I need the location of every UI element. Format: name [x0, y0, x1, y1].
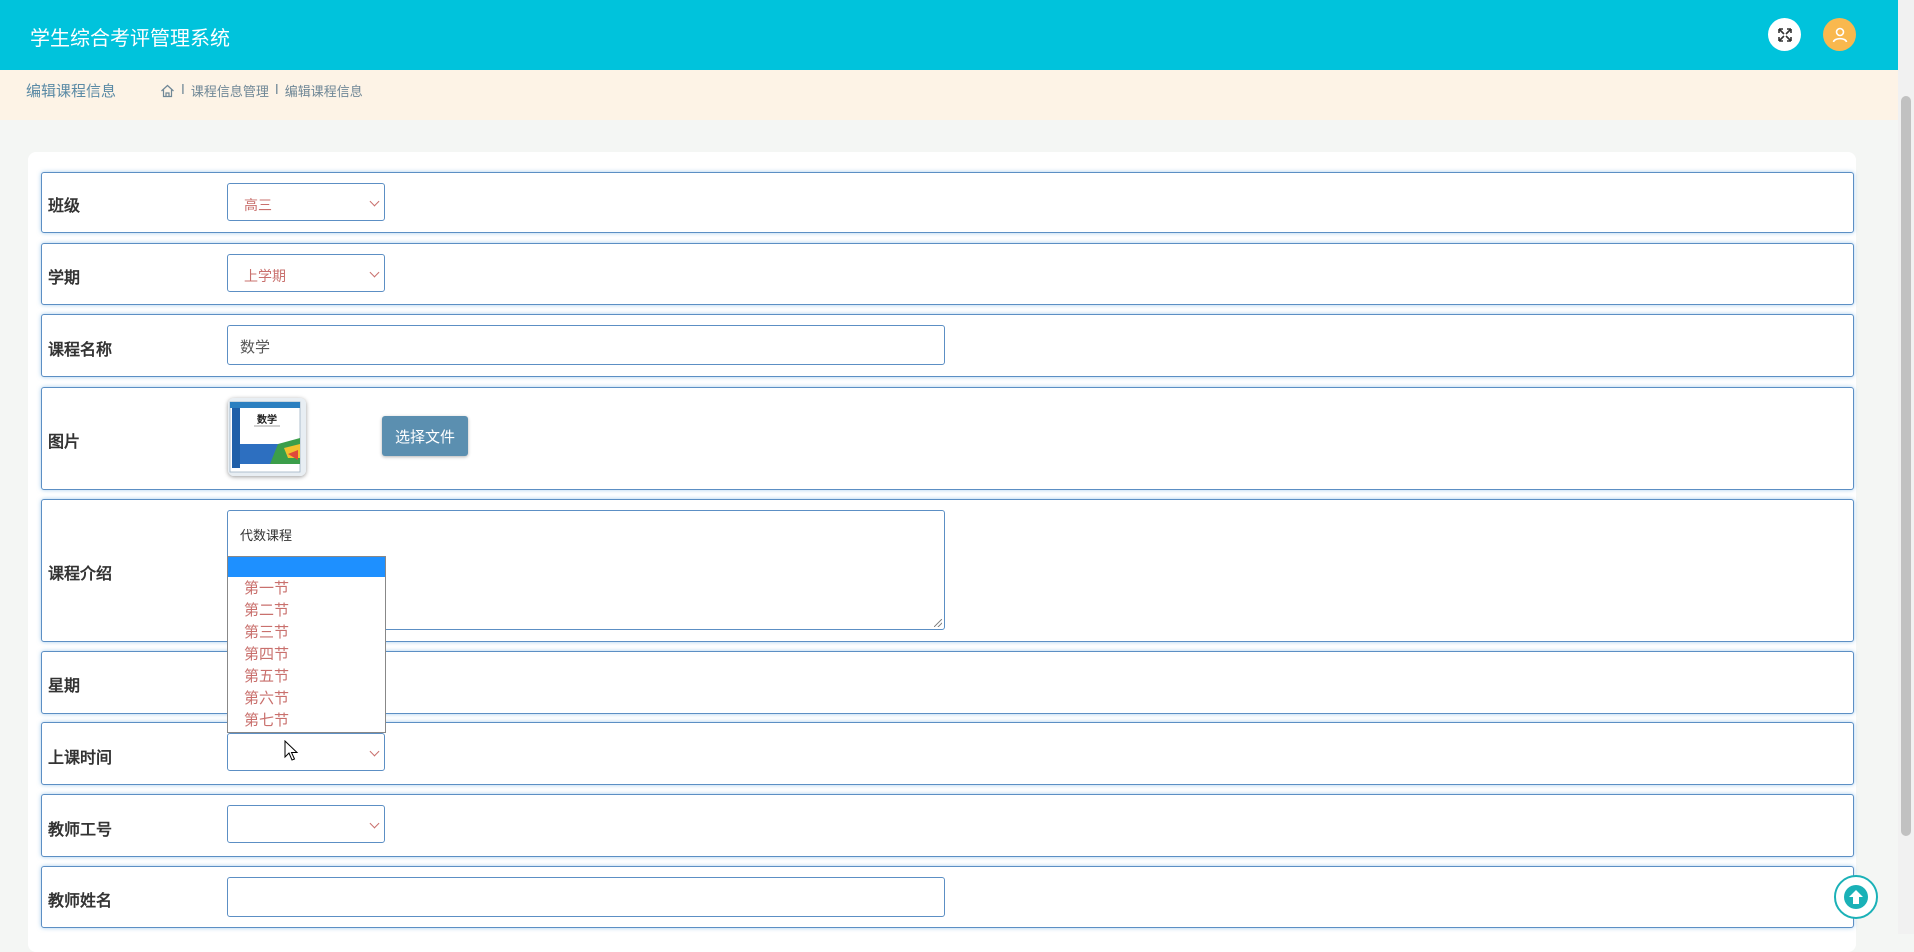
form-row-image: 图片 数学 选择文件	[41, 387, 1854, 490]
term-label: 学期	[48, 268, 81, 287]
breadcrumb-separator: I	[181, 83, 185, 98]
teacher-name-label: 教师姓名	[48, 891, 113, 910]
weekday-label: 星期	[48, 676, 81, 695]
user-avatar-button[interactable]	[1823, 18, 1856, 51]
dropdown-option[interactable]: 第六节	[228, 687, 385, 709]
class-time-label: 上课时间	[48, 748, 113, 767]
user-icon	[1832, 27, 1847, 42]
chevron-down-icon	[369, 818, 380, 829]
dropdown-option[interactable]: 第二节	[228, 599, 385, 621]
class-select[interactable]: 高三	[227, 183, 385, 221]
teacher-id-select[interactable]	[227, 805, 385, 843]
dropdown-option[interactable]: 第五节	[228, 665, 385, 687]
app-title: 学生综合考评管理系统	[30, 26, 230, 50]
dropdown-option[interactable]: 第三节	[228, 621, 385, 643]
breadcrumb-bar: 编辑课程信息 I 课程信息管理 I 编辑课程信息	[0, 70, 1898, 120]
term-select-value: 上学期	[244, 269, 286, 285]
textbook-cover-illustration	[228, 398, 306, 476]
form-row-teacher-name: 教师姓名	[41, 866, 1854, 928]
top-header: 学生综合考评管理系统	[0, 0, 1898, 70]
breadcrumb-item-course-management[interactable]: 课程信息管理	[191, 81, 269, 100]
image-label: 图片	[48, 432, 81, 451]
form-row-term: 学期 上学期	[41, 243, 1854, 305]
class-time-select[interactable]	[227, 733, 385, 771]
fullscreen-icon	[1777, 27, 1792, 42]
course-cover-image: 数学	[228, 398, 306, 476]
term-select[interactable]: 上学期	[227, 254, 385, 292]
form-row-course-name: 课程名称 数学	[41, 314, 1854, 377]
teacher-id-label: 教师工号	[48, 820, 113, 839]
class-label: 班级	[48, 196, 81, 215]
breadcrumb-item-edit-course: 编辑课程信息	[284, 85, 363, 100]
breadcrumb: I 课程信息管理 I 编辑课程信息	[160, 81, 363, 100]
intro-text: 代数课程	[240, 529, 293, 544]
chevron-down-icon	[369, 196, 380, 207]
chevron-down-icon	[369, 746, 380, 757]
dropdown-option[interactable]: 第七节	[228, 709, 385, 731]
dropdown-option-empty-highlighted[interactable]	[228, 557, 385, 577]
course-name-input[interactable]: 数学	[227, 325, 945, 365]
teacher-name-input[interactable]	[227, 877, 945, 917]
chevron-down-icon	[369, 267, 380, 278]
fullscreen-button[interactable]	[1768, 18, 1801, 51]
choose-file-button[interactable]: 选择文件	[382, 416, 468, 456]
dropdown-option[interactable]: 第四节	[228, 643, 385, 665]
back-to-top-button[interactable]	[1834, 875, 1878, 919]
form-row-class: 班级 高三	[41, 172, 1854, 233]
select-dropdown-list: 第一节 第二节 第三节 第四节 第五节 第六节 第七节	[227, 556, 386, 733]
page-title: 编辑课程信息	[26, 82, 117, 100]
resize-handle-icon[interactable]	[934, 619, 942, 627]
intro-label: 课程介绍	[48, 564, 113, 583]
cover-title-text: 数学	[257, 415, 277, 426]
scrollbar-thumb[interactable]	[1901, 96, 1911, 836]
breadcrumb-separator: I	[274, 83, 279, 98]
home-icon[interactable]	[160, 84, 175, 98]
dropdown-option[interactable]: 第一节	[228, 577, 385, 599]
class-select-value: 高三	[244, 198, 272, 214]
course-name-label: 课程名称	[48, 340, 113, 359]
arrow-up-icon	[1844, 885, 1868, 909]
mouse-cursor-icon	[284, 740, 299, 761]
form-row-teacher-id: 教师工号	[41, 794, 1854, 857]
